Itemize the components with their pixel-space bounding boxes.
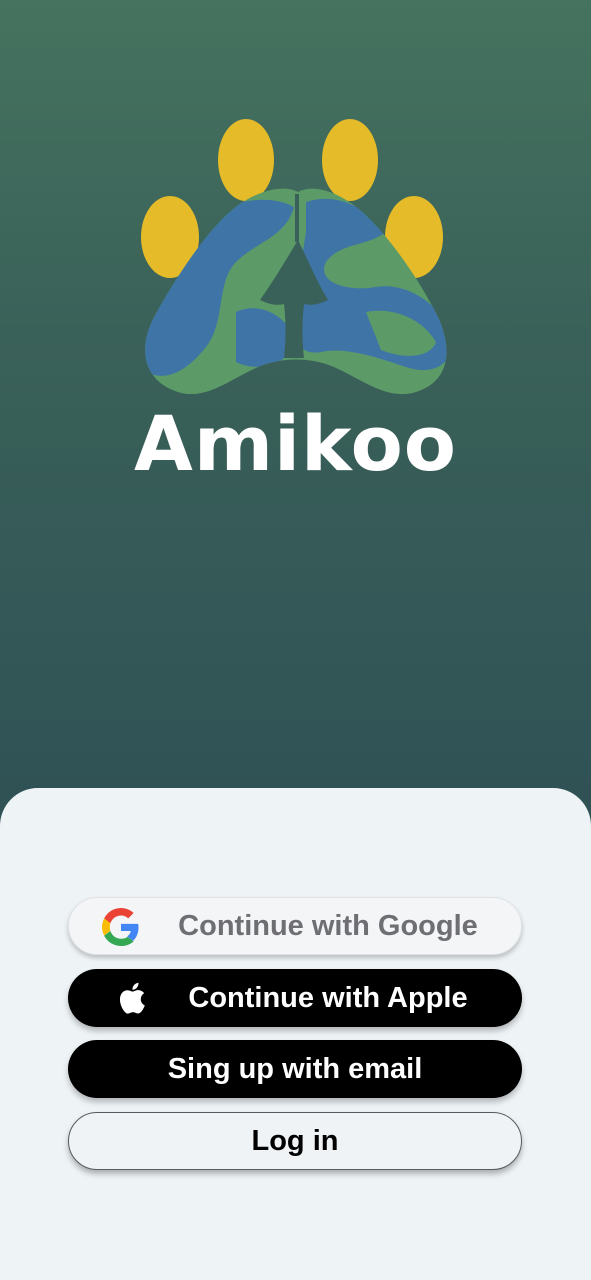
paw-globe-logo-icon <box>141 119 447 395</box>
sign-up-with-email-button[interactable]: Sing up with email <box>68 1040 522 1098</box>
apple-icon <box>112 979 150 1017</box>
google-icon <box>102 908 140 946</box>
apple-button-label: Continue with Apple <box>188 981 468 1014</box>
auth-sheet <box>0 788 591 1280</box>
google-button-label: Continue with Google <box>178 909 478 942</box>
brand-name: Amikoo <box>134 399 457 488</box>
email-button-label: Sing up with email <box>167 1052 423 1085</box>
log-in-button[interactable]: Log in <box>68 1112 522 1170</box>
paw-toe-inner-right-icon <box>322 119 378 201</box>
paw-toe-inner-left-icon <box>218 119 274 201</box>
login-button-label: Log in <box>251 1124 339 1157</box>
continue-with-apple-button[interactable]: Continue with Apple <box>68 969 522 1027</box>
hero-background: Amikoo <box>0 0 591 830</box>
continue-with-google-button[interactable]: Continue with Google <box>68 897 522 955</box>
